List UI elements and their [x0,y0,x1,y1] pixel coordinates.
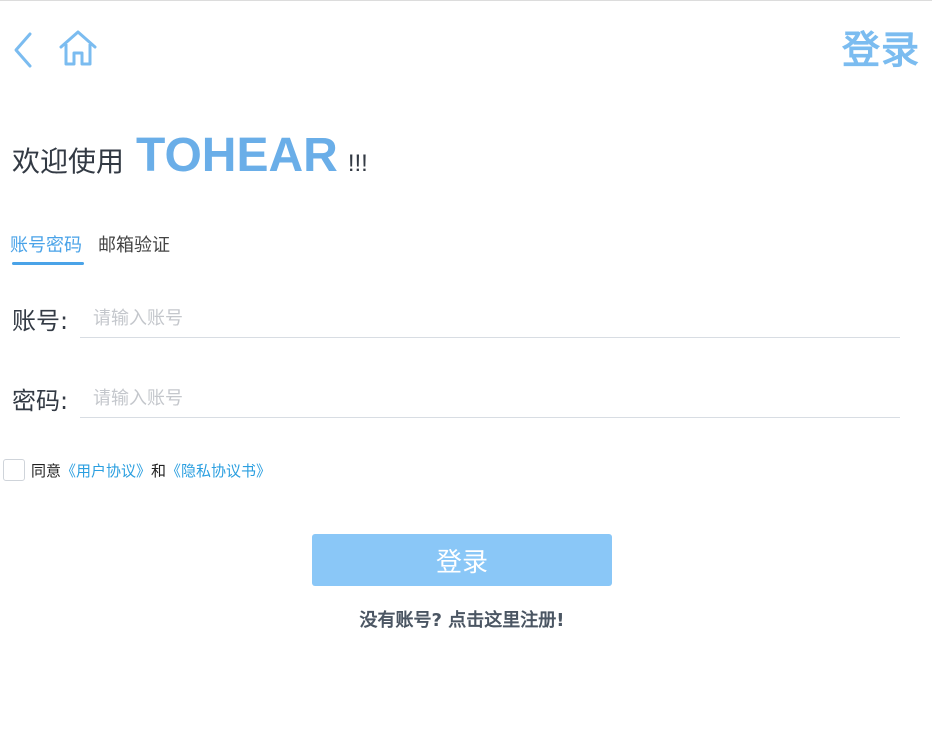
brand-name: TOHEAR [136,129,338,182]
privacy-policy-link[interactable]: 《隐私协议书》 [166,460,271,481]
agree-conjunction: 和 [151,461,167,480]
welcome-heading: 欢迎使用 TOHEAR !!! [12,128,368,192]
back-button[interactable] [8,30,38,70]
login-button[interactable]: 登录 [312,534,612,586]
welcome-prefix: 欢迎使用 [12,145,125,178]
active-tab-indicator [12,262,84,265]
agree-prefix: 同意 [31,461,62,480]
tab-email-verification[interactable]: 邮箱验证 [98,232,170,260]
agreement-row: 同意 《用户协议》 和 《隐私协议书》 [3,459,271,481]
account-label: 账号: [12,307,69,335]
tab-account-password[interactable]: 账号密码 [10,232,82,260]
account-row: 账号: [12,300,902,342]
register-link[interactable]: 没有账号? 点击这里注册! [312,606,612,632]
agree-checkbox[interactable] [3,459,25,481]
password-input[interactable] [80,380,900,418]
account-input[interactable] [80,300,900,338]
user-agreement-link[interactable]: 《用户协议》 [61,460,151,481]
password-label: 密码: [12,387,69,415]
page-title: 登录 [841,28,920,72]
home-icon [59,30,97,66]
login-method-tabs: 账号密码 邮箱验证 [10,232,186,260]
password-row: 密码: [12,380,902,422]
home-button[interactable] [56,26,100,70]
welcome-suffix: !!! [347,150,368,177]
chevron-left-icon [14,32,32,68]
top-divider [0,0,932,1]
